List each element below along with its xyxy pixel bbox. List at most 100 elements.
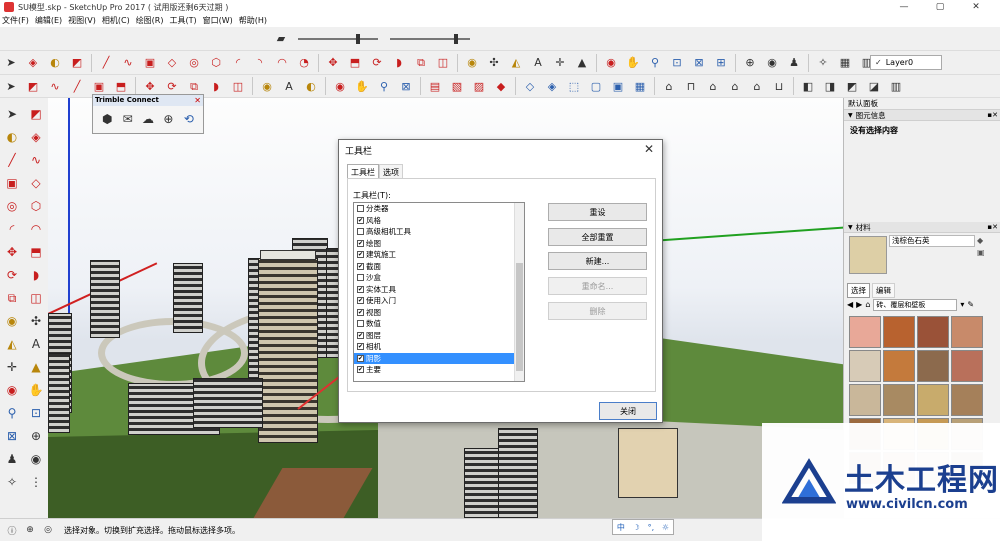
material-swatch[interactable] xyxy=(883,384,915,416)
zoomwin-tool-icon[interactable]: ⊡ xyxy=(26,403,46,423)
follow-me2-icon[interactable]: ◗ xyxy=(207,77,225,95)
rectangle-tool-icon[interactable]: ▣ xyxy=(2,173,22,193)
share-model-icon[interactable]: ▧ xyxy=(448,77,466,95)
toolbar-list-item[interactable]: 数值 xyxy=(354,318,524,330)
toolbar-list-item[interactable]: ✔ 视图 xyxy=(354,307,524,319)
orbit2-icon[interactable]: ◉ xyxy=(331,77,349,95)
move-icon[interactable]: ✥ xyxy=(324,54,342,72)
select-icon[interactable]: ➤ xyxy=(2,54,20,72)
list-scrollbar[interactable] xyxy=(514,203,524,381)
open-model-icon[interactable]: ⬢ xyxy=(99,110,115,128)
menu-help[interactable]: 帮助(H) xyxy=(239,15,267,26)
offset2-icon[interactable]: ◫ xyxy=(229,77,247,95)
orbit-tool-icon[interactable]: ◉ xyxy=(2,380,22,400)
sync-icon[interactable]: ⟲ xyxy=(181,110,197,128)
walk-icon[interactable]: ♟ xyxy=(785,54,803,72)
previous-view-icon[interactable]: ⊞ xyxy=(712,54,730,72)
tape2-icon[interactable]: ◉ xyxy=(258,77,276,95)
protractor-tool-icon[interactable]: ◭ xyxy=(2,334,22,354)
checkbox[interactable]: ✔ xyxy=(357,354,364,362)
material-swatch[interactable] xyxy=(951,350,983,382)
right-view-icon[interactable]: ⌂ xyxy=(726,77,744,95)
arc2-tool-icon[interactable]: ◠ xyxy=(26,219,46,239)
close-window-button[interactable]: ✕ xyxy=(958,0,994,14)
material-swatch[interactable] xyxy=(951,316,983,348)
menu-camera[interactable]: 相机(C) xyxy=(102,15,130,26)
material-swatch[interactable] xyxy=(917,350,949,382)
dimension-tool-icon[interactable]: ✣ xyxy=(26,311,46,331)
wireframe-icon[interactable]: ⬚ xyxy=(565,77,583,95)
orbit-icon[interactable]: ◉ xyxy=(602,54,620,72)
eraser2-icon[interactable]: ◩ xyxy=(24,77,42,95)
push-pull2-icon[interactable]: ⬒ xyxy=(112,77,130,95)
offset-icon[interactable]: ◫ xyxy=(434,54,452,72)
checkbox[interactable] xyxy=(357,228,364,236)
sample-paint-icon[interactable]: ✎ xyxy=(967,300,974,309)
toolbar-list-item[interactable]: ✔ 使用入门 xyxy=(354,295,524,307)
arc2-icon[interactable]: ◝ xyxy=(251,54,269,72)
toolbar-list-item[interactable]: ✔ 主要 xyxy=(354,364,524,376)
material-name-field[interactable]: 浅棕色石英 xyxy=(889,235,975,247)
back-edges-icon[interactable]: ◈ xyxy=(543,77,561,95)
menu-tools[interactable]: 工具(T) xyxy=(170,15,197,26)
zoom-extents-icon[interactable]: ⊠ xyxy=(690,54,708,72)
time-slider[interactable] xyxy=(298,33,378,44)
line-icon[interactable]: ╱ xyxy=(97,54,115,72)
move2-icon[interactable]: ✥ xyxy=(141,77,159,95)
paint2-icon[interactable]: ◐ xyxy=(302,77,320,95)
3dtext-tool-icon[interactable]: ▲ xyxy=(26,357,46,377)
freehand2-icon[interactable]: ∿ xyxy=(46,77,64,95)
select2-icon[interactable]: ➤ xyxy=(2,77,20,95)
toolbar-list-item[interactable]: ✔ 风格 xyxy=(354,215,524,227)
checkbox[interactable]: ✔ xyxy=(357,285,364,293)
select-tool-icon[interactable]: ➤ xyxy=(2,104,22,124)
solid-intersect-icon[interactable]: ◩ xyxy=(843,77,861,95)
followme-tool-icon[interactable]: ◗ xyxy=(26,265,46,285)
tape-tool-icon[interactable]: ◉ xyxy=(2,311,22,331)
toolbar-list-item[interactable]: 高级相机工具 xyxy=(354,226,524,238)
trimble-close-button[interactable]: ✕ xyxy=(194,95,201,106)
rectangle2-icon[interactable]: ▣ xyxy=(90,77,108,95)
pan2-icon[interactable]: ✋ xyxy=(353,77,371,95)
circle-tool-icon[interactable]: ◎ xyxy=(2,196,22,216)
rotate2-icon[interactable]: ⟳ xyxy=(163,77,181,95)
dialog-close-icon[interactable]: ✕ xyxy=(644,142,654,156)
polygon-icon[interactable]: ⬡ xyxy=(207,54,225,72)
pan-tool-icon[interactable]: ✋ xyxy=(26,380,46,400)
shaded-texture-icon[interactable]: ▦ xyxy=(631,77,649,95)
lookaround-tool-icon[interactable]: ◉ xyxy=(26,449,46,469)
toolbar-list-item[interactable]: ✔ 绘图 xyxy=(354,238,524,250)
reset-all-button[interactable]: 全部重置 xyxy=(548,228,647,246)
tab-edit[interactable]: 编辑 xyxy=(872,283,895,298)
text-tool-icon[interactable]: A xyxy=(26,334,46,354)
shaded-icon[interactable]: ▣ xyxy=(609,77,627,95)
solid-split-icon[interactable]: ▥ xyxy=(887,77,905,95)
checkbox[interactable]: ✔ xyxy=(357,262,364,270)
scale-tool-icon[interactable]: ⧉ xyxy=(2,288,22,308)
material-swatch[interactable] xyxy=(849,384,881,416)
zoomext-tool-icon[interactable]: ⊠ xyxy=(2,426,22,446)
section-controls-icon[interactable]: ▪✕ xyxy=(987,110,998,121)
menu-window[interactable]: 窗口(W) xyxy=(203,15,233,26)
axes-icon[interactable]: ✛ xyxy=(551,54,569,72)
toolbars-list[interactable]: 分类器 ✔ 风格 高级相机工具 ✔ 绘图 ✔ 建筑施工 ✔ 截面 沙盒 ✔ 实体工具 ✔ 使用入门 ✔ 视图 数值… xyxy=(353,202,525,382)
back-view-icon[interactable]: ⌂ xyxy=(748,77,766,95)
publish-icon[interactable]: ✉ xyxy=(119,110,135,128)
top-view-icon[interactable]: ⊓ xyxy=(682,77,700,95)
new-button[interactable]: 新建... xyxy=(548,252,647,270)
dimension-icon[interactable]: ✣ xyxy=(485,54,503,72)
arc3-icon[interactable]: ◠ xyxy=(273,54,291,72)
material-swatch[interactable] xyxy=(849,316,881,348)
hidden-line-icon[interactable]: ▢ xyxy=(587,77,605,95)
solid-union-icon[interactable]: ◧ xyxy=(799,77,817,95)
cloud-upload-icon[interactable]: ☁ xyxy=(140,110,156,128)
rename-button[interactable]: 重命名... xyxy=(548,277,647,295)
protractor-icon[interactable]: ◭ xyxy=(507,54,525,72)
walk-tool-icon[interactable]: ♟ xyxy=(2,449,22,469)
pan-icon[interactable]: ✋ xyxy=(624,54,642,72)
material-swatch[interactable] xyxy=(883,316,915,348)
material-swatch[interactable] xyxy=(951,384,983,416)
section-controls-icon[interactable]: ▪✕ xyxy=(987,222,998,233)
3d-warehouse-icon[interactable]: ▤ xyxy=(426,77,444,95)
front-view-icon[interactable]: ⌂ xyxy=(704,77,722,95)
